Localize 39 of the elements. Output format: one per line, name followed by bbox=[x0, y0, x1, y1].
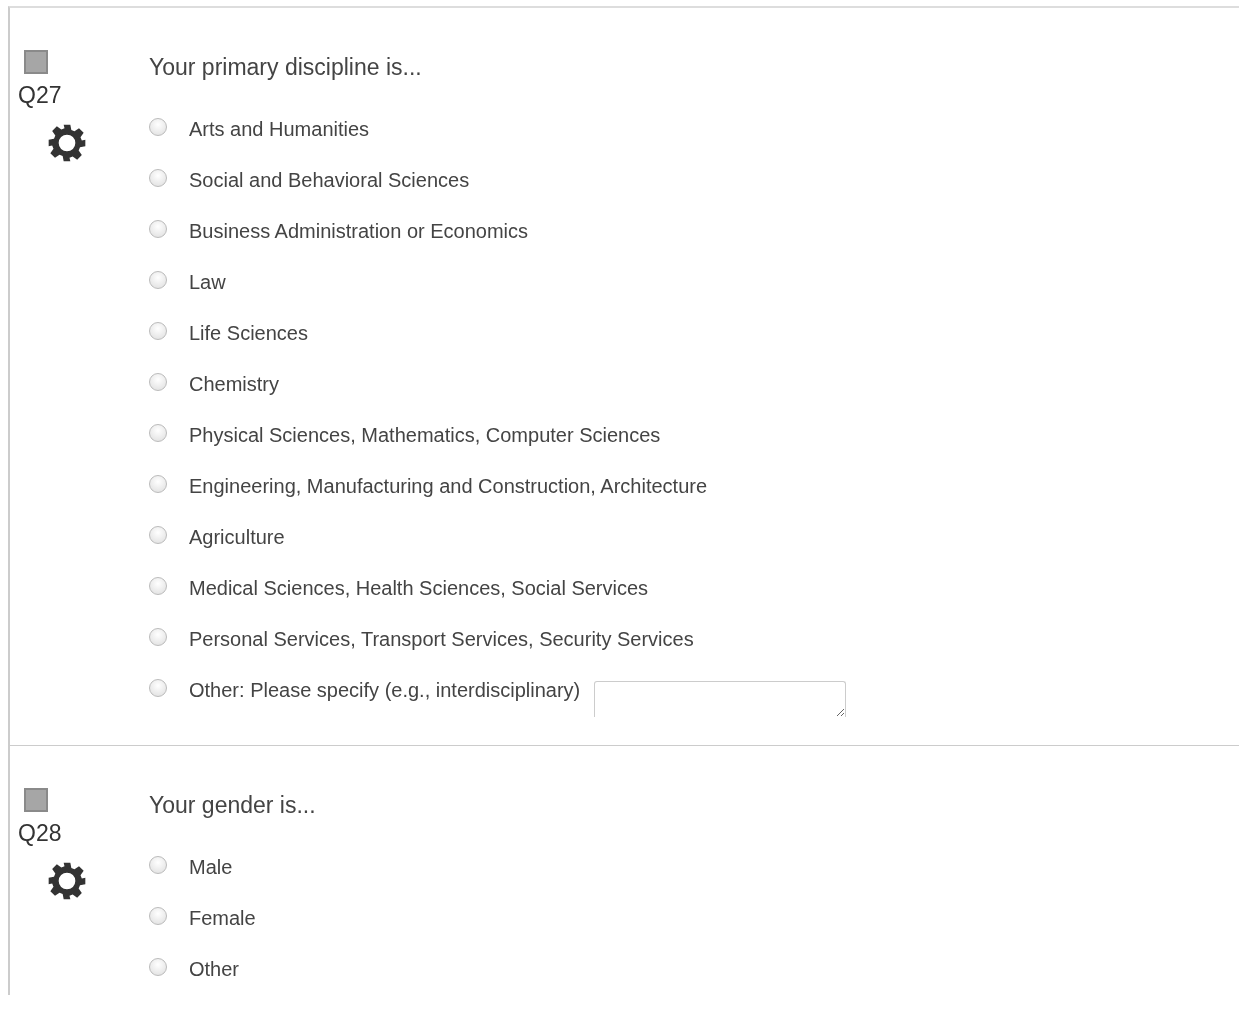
text-entry-field[interactable] bbox=[594, 680, 847, 717]
question-text: Your gender is... bbox=[149, 792, 317, 820]
option-label[interactable]: Other bbox=[189, 958, 240, 981]
radio-button[interactable] bbox=[149, 168, 167, 187]
radio-button[interactable] bbox=[149, 321, 167, 340]
question-checkbox[interactable] bbox=[24, 50, 48, 74]
option-label[interactable]: Law bbox=[189, 271, 226, 294]
radio-button[interactable] bbox=[149, 525, 167, 544]
radio-button[interactable] bbox=[149, 957, 167, 976]
option-label[interactable]: Social and Behavioral Sciences bbox=[189, 169, 470, 192]
radio-button[interactable] bbox=[149, 423, 167, 442]
option-label[interactable]: Chemistry bbox=[189, 373, 279, 396]
option-label[interactable]: Male bbox=[189, 856, 233, 879]
option-label[interactable]: Life Sciences bbox=[189, 322, 308, 345]
radio-button[interactable] bbox=[149, 678, 167, 697]
option-label[interactable]: Physical Sciences, Mathematics, Computer Sciences bbox=[189, 424, 661, 447]
option-label[interactable]: Arts and Humanities bbox=[189, 118, 370, 141]
question-text: Your primary discipline is... bbox=[149, 54, 423, 82]
question-number: Q27 bbox=[18, 82, 63, 109]
radio-button[interactable] bbox=[149, 855, 167, 874]
radio-button[interactable] bbox=[149, 219, 167, 238]
question-number: Q28 bbox=[18, 820, 63, 847]
settings-icon[interactable] bbox=[47, 123, 87, 163]
radio-button[interactable] bbox=[149, 474, 167, 493]
option-label[interactable]: Business Administration or Economics bbox=[189, 220, 529, 243]
settings-icon[interactable] bbox=[47, 861, 87, 901]
option-label[interactable]: Medical Sciences, Health Sciences, Social Services bbox=[189, 577, 649, 600]
radio-button[interactable] bbox=[149, 627, 167, 646]
radio-button[interactable] bbox=[149, 576, 167, 595]
option-label[interactable]: Agriculture bbox=[189, 526, 285, 549]
option-label[interactable]: Engineering, Manufacturing and Construction, Architecture bbox=[189, 475, 708, 498]
radio-button[interactable] bbox=[149, 906, 167, 925]
radio-button[interactable] bbox=[149, 117, 167, 136]
radio-button[interactable] bbox=[149, 372, 167, 391]
option-label[interactable]: Other: Please specify (e.g., interdisciplinary) bbox=[189, 679, 581, 702]
option-label[interactable]: Personal Services, Transport Services, Security Services bbox=[189, 628, 694, 651]
option-label[interactable]: Female bbox=[189, 907, 256, 930]
question-checkbox[interactable] bbox=[24, 788, 48, 812]
radio-button[interactable] bbox=[149, 270, 167, 289]
